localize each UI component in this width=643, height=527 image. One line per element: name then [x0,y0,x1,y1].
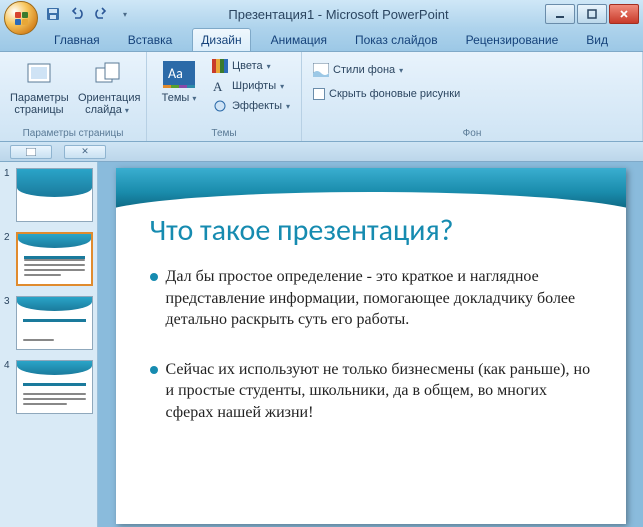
effects-icon [212,98,228,114]
thumbnail-preview [16,360,93,414]
bullet-item: Сейчас их используют не только бизнесмен… [150,359,596,424]
checkbox-icon [313,88,325,100]
chevron-down-icon: ▾ [399,66,403,75]
page-setup-icon [10,58,68,90]
thumbnail-preview [16,232,93,286]
window-title: Презентация1 - Microsoft PowerPoint [134,7,543,22]
group-page-setup: Параметры страницы Ориентация слайда ▾ П… [0,52,147,141]
tab-insert[interactable]: Вставка [120,29,181,51]
bullet-item: Дал бы простое определение - это краткое… [150,266,596,331]
background-styles-label: Стили фона [333,64,395,76]
bullet-text[interactable]: Сейчас их используют не только бизнесмен… [166,359,596,424]
quick-access-toolbar: ▾ [44,5,134,23]
bullet-icon [150,273,158,281]
page-setup-label: Параметры страницы [10,92,68,116]
hide-background-label: Скрыть фоновые рисунки [329,88,460,100]
qat-customize-icon[interactable]: ▾ [116,5,134,23]
thumbnail-slide-1[interactable]: 1 [4,168,93,222]
thumbnail-slide-3[interactable]: 3 [4,296,93,350]
tab-animations[interactable]: Анимация [263,29,335,51]
office-icon [15,12,28,25]
panel-dock-strip: ✕ [0,142,643,162]
maximize-button[interactable] [577,4,607,24]
panel-tab-slides[interactable] [10,145,52,159]
slide-title[interactable]: Что такое презентация? [150,212,602,249]
thumbnail-slide-4[interactable]: 4 [4,360,93,414]
current-slide[interactable]: Что такое презентация? Дал бы простое оп… [116,168,626,524]
fonts-icon: A [212,78,228,94]
colors-button[interactable]: Цвета ▾ [209,56,293,76]
close-button[interactable] [609,4,639,24]
tab-view[interactable]: Вид [578,29,616,51]
group-label-themes: Темы [155,126,293,139]
group-label-page-setup: Параметры страницы [8,126,138,139]
thumbnail-number: 1 [4,168,12,222]
chevron-down-icon: ▾ [280,82,284,91]
fonts-label: Шрифты [232,80,276,92]
orientation-icon [78,58,136,90]
colors-icon [212,58,228,74]
tab-review[interactable]: Рецензирование [458,29,567,51]
group-label-background: Фон [310,126,634,139]
effects-button[interactable]: Эффекты ▾ [209,96,293,116]
background-styles-button[interactable]: Стили фона ▾ [310,60,463,80]
bullet-text[interactable]: Дал бы простое определение - это краткое… [166,266,596,331]
redo-icon[interactable] [92,5,110,23]
orientation-label: Ориентация слайда [78,92,140,116]
thumbnail-preview [16,168,93,222]
minimize-button[interactable] [545,4,575,24]
chevron-down-icon: ▾ [267,62,271,71]
slide-body[interactable]: Дал бы простое определение - это краткое… [150,266,596,452]
group-themes: Aa Темы ▾ Цвета ▾ A Шрифты ▾ [147,52,302,141]
office-button[interactable] [4,1,38,35]
titlebar: ▾ Презентация1 - Microsoft PowerPoint [0,0,643,28]
group-background: Стили фона ▾ Скрыть фоновые рисунки Фон [302,52,643,141]
undo-icon[interactable] [68,5,86,23]
tab-slideshow[interactable]: Показ слайдов [347,29,446,51]
window-controls [543,4,639,24]
save-icon[interactable] [44,5,62,23]
svg-text:A: A [213,79,223,93]
thumbnail-number: 2 [4,232,12,286]
chevron-down-icon: ▾ [286,102,290,111]
slides-tab-icon [26,148,36,156]
slide-editor[interactable]: Что такое презентация? Дал бы простое оп… [98,162,643,527]
chevron-down-icon: ▾ [125,106,129,115]
background-styles-icon [313,62,329,78]
hide-background-graphics-checkbox[interactable]: Скрыть фоновые рисунки [310,86,463,102]
page-setup-button[interactable]: Параметры страницы [8,56,70,118]
themes-icon: Aa [157,58,201,90]
themes-label: Темы [162,92,190,104]
thumbnail-preview [16,296,93,350]
svg-text:Aa: Aa [168,65,183,82]
thumbnail-number: 4 [4,360,12,414]
bullet-icon [150,366,158,374]
thumbnail-number: 3 [4,296,12,350]
panel-tab-outline[interactable]: ✕ [64,145,106,159]
chevron-down-icon: ▾ [192,94,196,103]
slide-theme-header [116,168,626,208]
ribbon: Параметры страницы Ориентация слайда ▾ П… [0,52,643,142]
workspace: 1 2 3 4 [0,162,643,527]
effects-label: Эффекты [232,100,282,112]
slide-thumbnails-panel: 1 2 3 4 [0,162,98,527]
fonts-button[interactable]: A Шрифты ▾ [209,76,293,96]
orientation-button[interactable]: Ориентация слайда ▾ [76,56,138,118]
thumbnail-slide-2[interactable]: 2 [4,232,93,286]
themes-gallery-button[interactable]: Aa Темы ▾ [155,56,203,106]
tab-design[interactable]: Дизайн [192,28,250,51]
colors-label: Цвета [232,60,263,72]
tab-home[interactable]: Главная [46,29,108,51]
ribbon-tabs: Главная Вставка Дизайн Анимация Показ сл… [0,28,643,52]
